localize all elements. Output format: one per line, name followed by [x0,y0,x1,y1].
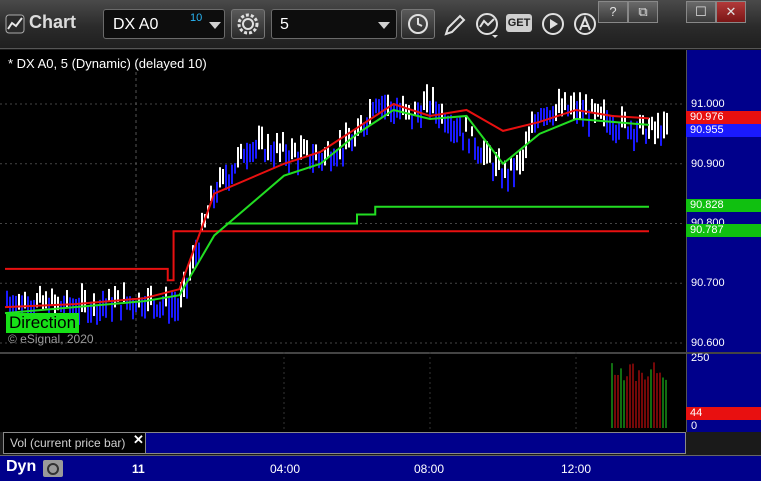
price-tick: 90.700 [691,277,725,289]
close-icon[interactable]: ✕ [133,432,144,448]
time-axis[interactable] [0,455,761,481]
time-tick: 04:00 [270,462,301,476]
price-tick: 90.600 [691,337,725,349]
price-marker-last: 90.955 [686,124,761,137]
indicator-line [4,102,650,309]
price-marker-red-ma: 90.976 [686,111,761,124]
volume-tick: 0 [691,420,698,432]
date-tick: 11 [132,462,145,476]
lock-icon[interactable] [43,460,63,477]
price-marker-green-upper: 90.828 [686,199,761,212]
volume-tick: 250 [691,352,710,364]
price-tick: 90.900 [691,158,725,170]
volume-marker: 44 [686,407,761,420]
indicator-line [225,205,649,225]
direction-label: Direction [6,313,80,333]
volume-label: Vol (current price bar) [10,436,126,450]
copyright-text: © eSignal, 2020 [8,332,94,346]
price-tick: 91.000 [691,98,725,110]
chart-svg [0,60,684,432]
indicator-line [4,108,650,315]
time-tick: 08:00 [414,462,445,476]
indicator-line [5,230,649,282]
time-tick: 12:00 [561,462,592,476]
price-marker-green-lower: 90.787 [686,224,761,237]
chart-title: * DX A0, 5 (Dynamic) (delayed 10) [8,56,207,71]
